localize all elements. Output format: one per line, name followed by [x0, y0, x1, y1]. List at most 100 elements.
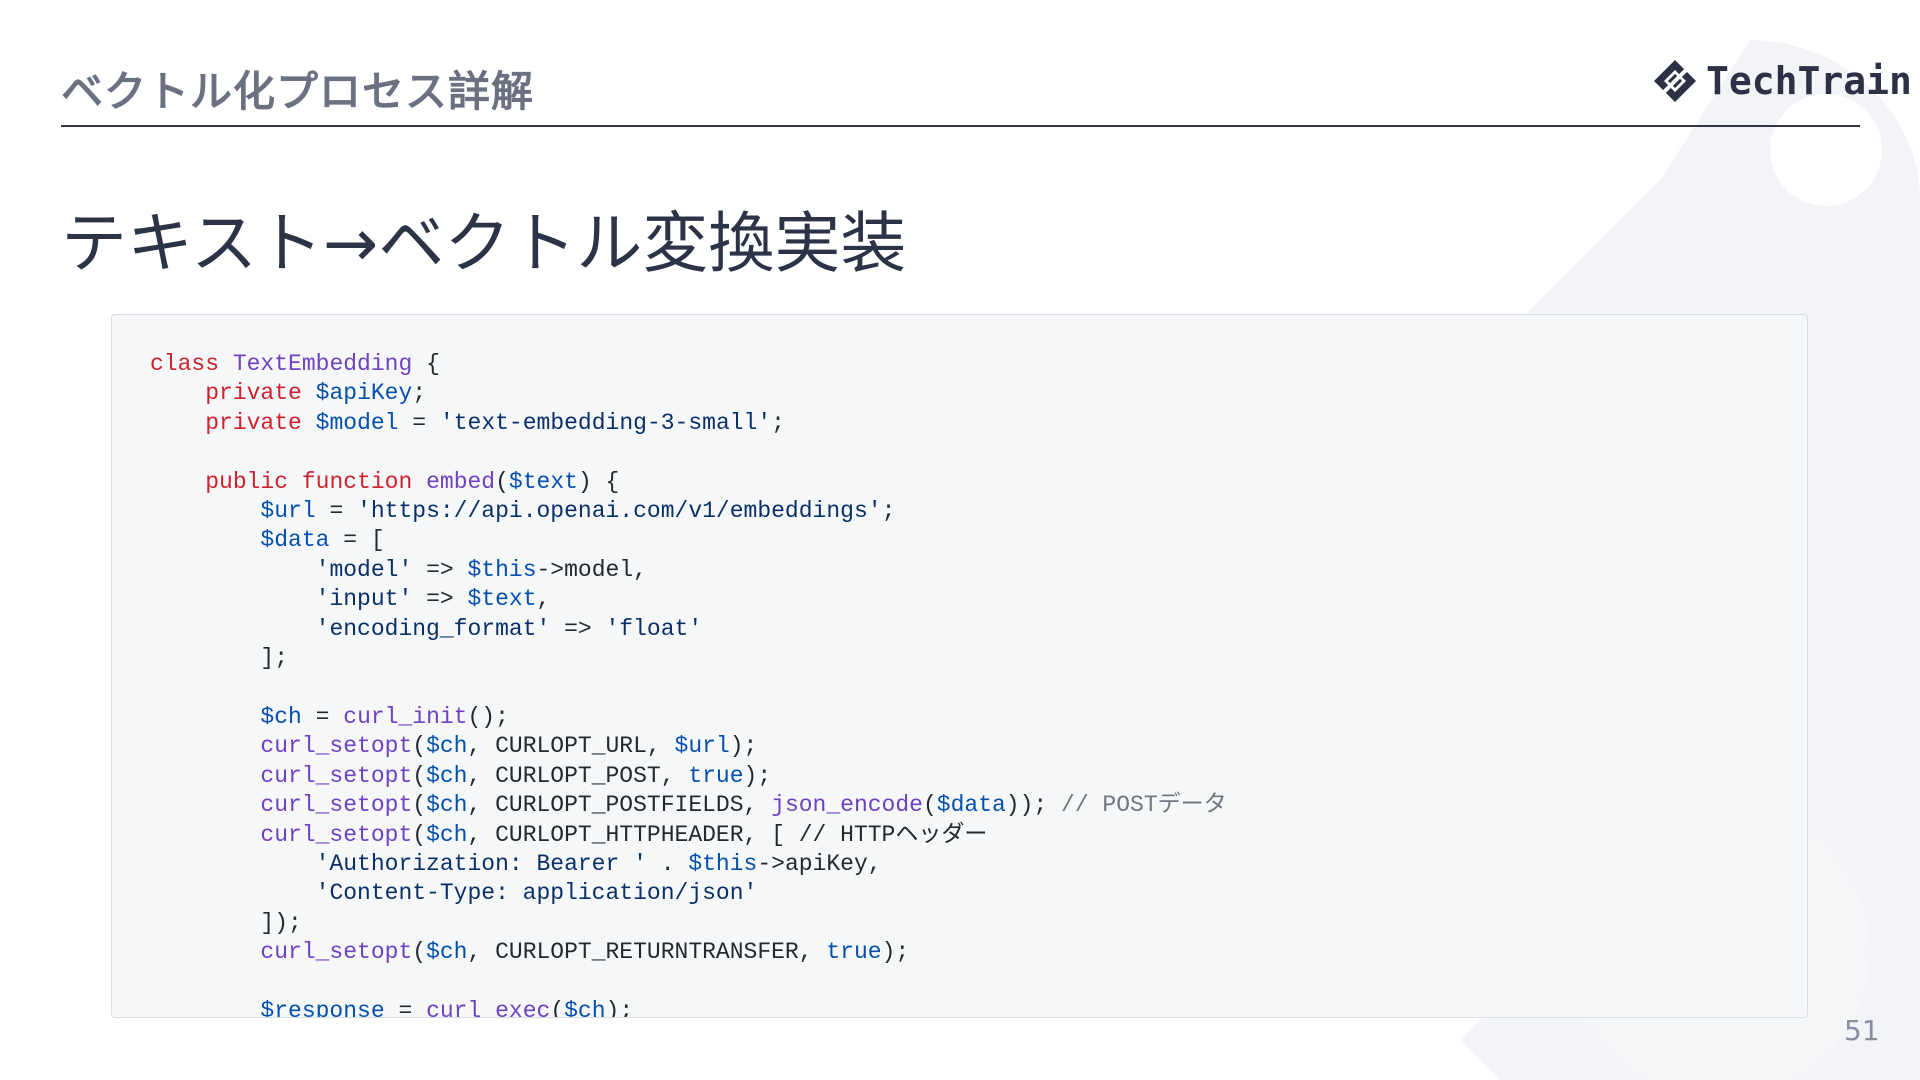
code-line: ];	[150, 644, 1807, 673]
code-line: 'Content-Type: application/json'	[150, 879, 1807, 908]
code-token: (	[412, 792, 427, 819]
header-divider	[61, 125, 1860, 127]
code-line: class TextEmbedding {	[150, 350, 1807, 379]
section-title: ベクトル化プロセス詳解	[61, 67, 535, 116]
code-token: ,	[536, 586, 551, 613]
techtrain-diamond-logo-icon	[1654, 60, 1696, 102]
slide-title: テキスト→ベクトル変換実装	[61, 205, 907, 282]
code-token: json_encode	[771, 792, 923, 819]
code-token: ->model,	[536, 556, 647, 583]
code-token: $data	[260, 527, 330, 554]
code-token: ;	[771, 409, 785, 436]
code-token: );	[881, 939, 910, 966]
code-token: = [	[329, 527, 385, 554]
code-token: =>	[550, 615, 606, 642]
code-token: ;	[412, 380, 427, 407]
code-token: =>	[412, 586, 468, 613]
code-token: );	[605, 997, 634, 1018]
code-content: class TextEmbedding { private $apiKey; p…	[112, 315, 1807, 1018]
code-token: (	[412, 762, 427, 789]
code-token: (	[922, 792, 937, 819]
code-token: true	[826, 939, 882, 966]
code-token: 'text-embedding-3-small'	[439, 409, 772, 436]
code-token: ;	[881, 498, 896, 525]
code-token: 'encoding_format'	[315, 615, 551, 642]
code-token: );	[743, 762, 772, 789]
code-token: =>	[412, 556, 468, 583]
code-token: ) {	[577, 468, 620, 495]
code-token: $ch	[564, 997, 606, 1018]
code-token: (	[412, 939, 427, 966]
code-token: $url	[674, 733, 730, 760]
code-line: 'input' => $text,	[150, 585, 1807, 614]
code-token: $response	[260, 997, 385, 1018]
code-token: 'input'	[315, 586, 413, 613]
code-token: $ch	[426, 733, 468, 760]
code-line: curl_setopt($ch, CURLOPT_POSTFIELDS, jso…	[150, 791, 1807, 820]
code-token: embed	[426, 468, 496, 495]
code-token: curl_setopt	[260, 762, 413, 789]
code-line: curl_setopt($ch, CURLOPT_POST, true);	[150, 762, 1807, 791]
code-token: ));	[1005, 792, 1062, 819]
code-token: $ch	[426, 762, 468, 789]
code-token: 'float'	[605, 615, 703, 642]
code-line: public function embed($text) {	[150, 468, 1807, 497]
code-token: =	[315, 498, 358, 525]
code-line: 'encoding_format' => 'float'	[150, 615, 1807, 644]
code-token: (	[412, 821, 427, 848]
code-token: // POSTデータ	[1061, 792, 1227, 819]
code-token: $text	[508, 468, 578, 495]
code-token: =	[384, 997, 427, 1018]
code-token: $apiKey	[315, 380, 413, 407]
code-token: public	[205, 468, 289, 495]
code-token: ->apiKey,	[757, 850, 882, 877]
code-token: class	[150, 351, 220, 377]
code-line: $response = curl_exec($ch);	[150, 997, 1807, 1018]
code-token: $model	[315, 409, 399, 436]
code-token: curl_init	[343, 703, 468, 730]
code-token: ]);	[150, 909, 302, 936]
code-token: );	[729, 733, 758, 760]
code-token: curl_exec	[426, 997, 551, 1018]
code-token: private	[205, 409, 302, 436]
code-token: 'Content-Type: application/json'	[315, 880, 758, 907]
code-token: .	[646, 850, 689, 877]
code-token: $data	[936, 792, 1006, 819]
code-token: {	[412, 351, 440, 377]
code-token: true	[688, 762, 744, 789]
code-block: class TextEmbedding { private $apiKey; p…	[111, 314, 1808, 1018]
code-token: private	[205, 380, 302, 407]
code-token: 'https://api.openai.com/v1/embeddings'	[357, 498, 882, 525]
code-line: curl_setopt($ch, CURLOPT_URL, $url);	[150, 732, 1807, 761]
code-token: =	[301, 703, 344, 730]
code-token: function	[301, 468, 413, 495]
code-token: $ch	[426, 792, 468, 819]
page-number: 51	[1844, 1014, 1880, 1047]
code-token: curl_setopt	[260, 939, 413, 966]
code-token: $this	[467, 556, 537, 583]
code-token: , CURLOPT_HTTPHEADER, [ // HTTPヘッダー	[467, 821, 988, 848]
code-line: private $apiKey;	[150, 379, 1807, 408]
code-line: 'model' => $this->model,	[150, 556, 1807, 585]
code-line: private $model = 'text-embedding-3-small…	[150, 409, 1807, 438]
